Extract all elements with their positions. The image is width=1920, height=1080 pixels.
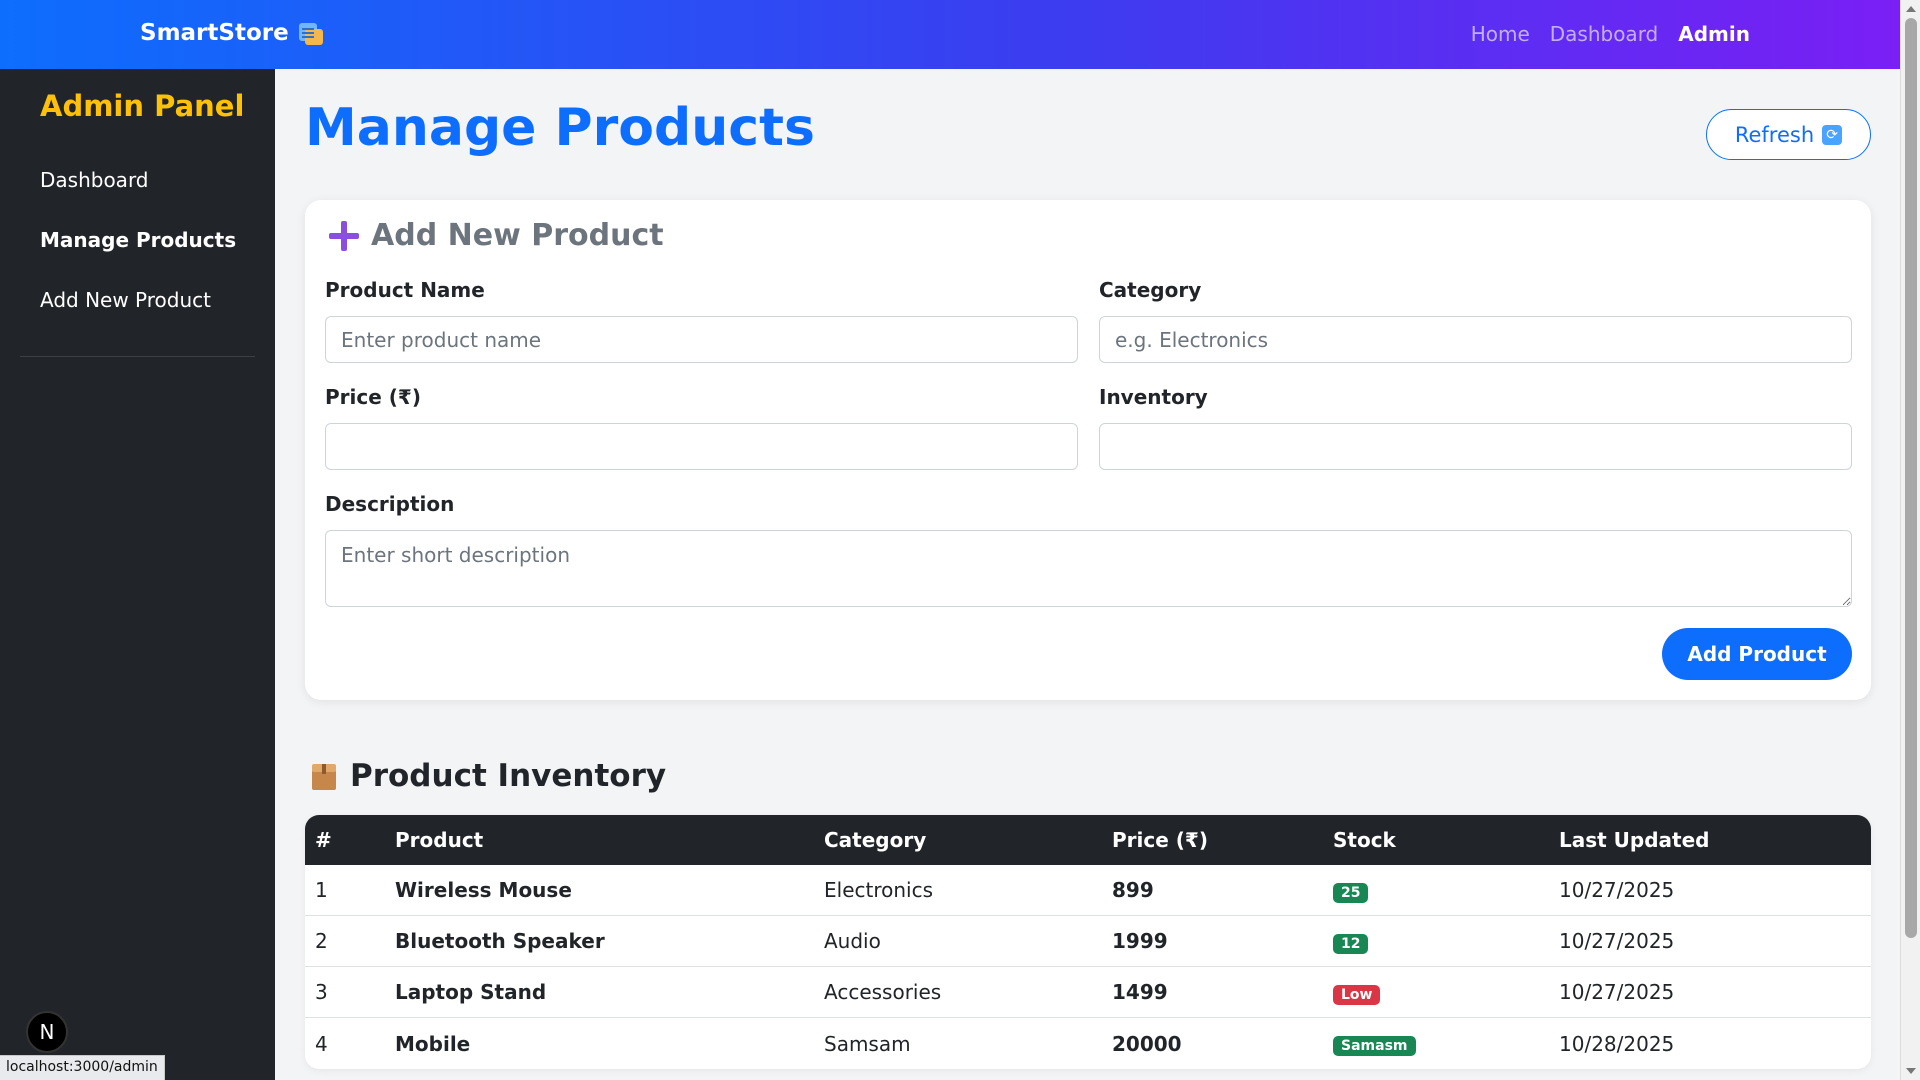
row-number: 4 xyxy=(315,1031,328,1056)
product-price: 899 xyxy=(1102,865,1323,916)
sidebar-divider xyxy=(20,356,255,357)
refresh-icon: ⟳ xyxy=(1822,124,1843,145)
product-name: Bluetooth Speaker xyxy=(385,916,814,967)
row-number: 1 xyxy=(305,865,385,916)
product-category: Audio xyxy=(814,916,1102,967)
scroll-down-arrow-icon[interactable] xyxy=(1906,1068,1916,1074)
page-scrollbar[interactable] xyxy=(1900,0,1920,1080)
price-input[interactable] xyxy=(325,423,1078,470)
add-product-heading: Add New Product xyxy=(329,218,664,253)
nextjs-devtools-button[interactable]: N xyxy=(26,1011,68,1053)
nav-link-home[interactable]: Home xyxy=(1471,22,1530,46)
column-header-category[interactable]: Category xyxy=(814,815,1102,865)
column-header-price[interactable]: Price (₹) xyxy=(1102,815,1323,865)
add-product-card: Add New Product Product Name Category Pr… xyxy=(305,200,1871,700)
page-title: Manage Products xyxy=(305,98,815,158)
stock-cell: Low xyxy=(1323,967,1549,1018)
product-price: 1999 xyxy=(1102,916,1323,967)
plus-icon xyxy=(329,220,359,251)
scroll-up-arrow-icon[interactable] xyxy=(1906,6,1916,12)
product-category: Samsam xyxy=(824,1031,911,1056)
product-category: Accessories xyxy=(814,967,1102,1018)
stock-cell: Samasm xyxy=(1323,1018,1549,1069)
stock-badge-low: Low xyxy=(1333,984,1381,1005)
category-label: Category xyxy=(1099,278,1202,302)
inventory-label: Inventory xyxy=(1099,385,1208,409)
brand-name: SmartStore xyxy=(140,20,289,46)
books-icon xyxy=(297,21,323,45)
product-name: Wireless Mouse xyxy=(385,865,814,916)
add-product-button[interactable]: Add Product xyxy=(1662,628,1852,680)
product-price: 1499 xyxy=(1102,967,1323,1018)
row-number: 3 xyxy=(305,967,385,1018)
stock-cell: 12 xyxy=(1323,916,1549,967)
column-header-stock[interactable]: Stock xyxy=(1323,815,1549,865)
product-inventory-table: # Product Category Price (₹) Stock Last … xyxy=(305,815,1871,1069)
stock-badge: Samasm xyxy=(1333,1036,1416,1056)
brand-logo[interactable]: SmartStore xyxy=(140,20,323,46)
product-name: Laptop Stand xyxy=(385,967,814,1018)
table-header-row: # Product Category Price (₹) Stock Last … xyxy=(305,815,1871,865)
product-name: Mobile xyxy=(395,1031,471,1056)
scrollbar-thumb[interactable] xyxy=(1905,18,1917,938)
sidebar-item-manage-products[interactable]: Manage Products xyxy=(40,228,236,252)
refresh-button[interactable]: Refresh ⟳ xyxy=(1706,109,1871,160)
description-label: Description xyxy=(325,492,455,516)
column-header-last-updated[interactable]: Last Updated xyxy=(1549,815,1871,865)
product-name-label: Product Name xyxy=(325,278,485,302)
stock-cell: 25 xyxy=(1323,865,1549,916)
price-label: Price (₹) xyxy=(325,385,421,409)
admin-sidebar: Admin Panel Dashboard Manage Products Ad… xyxy=(0,69,275,1080)
product-name-input[interactable] xyxy=(325,316,1078,363)
package-icon xyxy=(310,762,338,790)
top-navbar: SmartStore Home Dashboard Admin xyxy=(0,0,1900,69)
last-updated: 10/27/2025 xyxy=(1549,967,1871,1018)
sidebar-item-add-new-product[interactable]: Add New Product xyxy=(40,288,211,312)
table-row[interactable]: 4 Mobile Samsam 20000 Samasm 10/28/2025 xyxy=(305,1018,1871,1069)
inventory-input[interactable] xyxy=(1099,423,1852,470)
inventory-heading: Product Inventory xyxy=(310,758,666,794)
status-bar-url: localhost:3000/admin xyxy=(0,1055,165,1080)
column-header-product[interactable]: Product xyxy=(385,815,814,865)
last-updated: 10/27/2025 xyxy=(1549,865,1871,916)
last-updated: 10/28/2025 xyxy=(1559,1031,1675,1056)
add-product-heading-text: Add New Product xyxy=(371,218,664,253)
stock-badge: 25 xyxy=(1333,882,1369,903)
column-header-number[interactable]: # xyxy=(305,815,385,865)
product-price: 20000 xyxy=(1112,1031,1182,1056)
stock-badge: 12 xyxy=(1333,933,1369,954)
nav-links: Home Dashboard Admin xyxy=(1471,22,1750,46)
nav-link-admin[interactable]: Admin xyxy=(1678,22,1750,46)
table-row[interactable]: 1 Wireless Mouse Electronics 899 25 10/2… xyxy=(305,865,1871,916)
sidebar-title: Admin Panel xyxy=(40,89,245,123)
nav-link-dashboard[interactable]: Dashboard xyxy=(1550,22,1659,46)
description-textarea[interactable] xyxy=(325,530,1852,607)
product-category: Electronics xyxy=(814,865,1102,916)
last-updated: 10/27/2025 xyxy=(1549,916,1871,967)
sidebar-item-dashboard[interactable]: Dashboard xyxy=(40,168,149,192)
table-row[interactable]: 2 Bluetooth Speaker Audio 1999 12 10/27/… xyxy=(305,916,1871,967)
inventory-heading-text: Product Inventory xyxy=(350,758,667,794)
refresh-button-label: Refresh xyxy=(1734,122,1815,147)
table-row[interactable]: 3 Laptop Stand Accessories 1499 Low 10/2… xyxy=(305,967,1871,1018)
row-number: 2 xyxy=(305,916,385,967)
category-input[interactable] xyxy=(1099,316,1852,363)
